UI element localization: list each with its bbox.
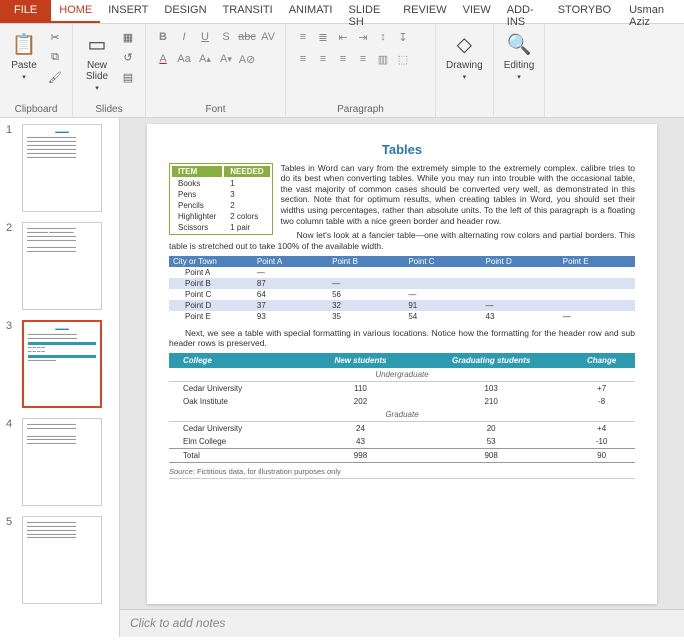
italic-button[interactable]: I bbox=[175, 28, 193, 46]
chevron-down-icon: ▾ bbox=[463, 73, 467, 81]
find-icon: 🔍 bbox=[505, 30, 533, 58]
indent-right-button[interactable]: ⇥ bbox=[354, 28, 372, 46]
tab-review[interactable]: REVIEW bbox=[395, 0, 454, 23]
paste-icon: 📋 bbox=[10, 30, 38, 58]
group-font: B I U S abc AV A Aa A▴ A▾ A⊘ Font bbox=[146, 24, 286, 117]
thumb-3[interactable]: 3▬▬▬▬▬▬▬▬▬▬▬▬▬▬▬▬▬▬▬▬▬▬▬▬▬▬▬▬▬▬▬▬ ▬ ▬ ▬▬… bbox=[6, 320, 113, 408]
title-bar: FILE HOME INSERT DESIGN TRANSITI ANIMATI… bbox=[0, 0, 684, 24]
bullets-button[interactable]: ≡ bbox=[294, 28, 312, 46]
file-tab[interactable]: FILE bbox=[0, 0, 51, 23]
editing-label: Editing bbox=[504, 60, 535, 71]
drawing-button[interactable]: ◇ Drawing ▾ bbox=[444, 28, 485, 83]
tab-addins[interactable]: ADD-INS bbox=[499, 0, 550, 23]
font-label: Font bbox=[154, 104, 277, 115]
group-drawing: ◇ Drawing ▾ bbox=[436, 24, 494, 117]
thumb-4[interactable]: 4▬▬▬▬▬▬▬▬▬▬▬▬▬▬▬▬▬▬▬▬▬▬▬▬▬▬▬▬▬▬▬▬▬▬▬▬▬▬▬… bbox=[6, 418, 113, 506]
thumb-2[interactable]: 2▬▬▬▬▬▬▬▬▬▬▬▬▬▬▬▬▬▬▬▬ ▬▬▬▬▬▬▬▬▬▬▬▬▬▬▬▬▬▬… bbox=[6, 222, 113, 310]
grow-font-button[interactable]: A▴ bbox=[196, 50, 214, 68]
tab-storyboard[interactable]: STORYBO bbox=[550, 0, 619, 23]
layout-button[interactable]: ▦ bbox=[119, 28, 137, 46]
fancy-table: City or TownPoint APoint BPoint CPoint D… bbox=[169, 256, 635, 322]
shapes-icon: ◇ bbox=[450, 30, 478, 58]
copy-button[interactable]: ⧉ bbox=[46, 48, 64, 66]
paste-button[interactable]: 📋 Paste ▾ bbox=[8, 28, 40, 83]
thumb-1[interactable]: 1▬▬▬▬▬▬▬▬▬▬▬▬▬▬▬▬▬▬▬▬▬▬▬▬▬▬▬▬▬▬▬▬▬▬▬▬▬▬▬… bbox=[6, 124, 113, 212]
paragraph-label: Paragraph bbox=[294, 104, 427, 115]
paragraph-3: Next, we see a table with special format… bbox=[169, 328, 635, 349]
justify-button[interactable]: ≡ bbox=[354, 50, 372, 68]
columns-button[interactable]: ▥ bbox=[374, 50, 392, 68]
group-editing: 🔍 Editing ▾ bbox=[494, 24, 546, 117]
paste-label: Paste bbox=[11, 60, 37, 71]
new-slide-icon: ▭ bbox=[83, 30, 111, 58]
numbering-button[interactable]: ≣ bbox=[314, 28, 332, 46]
reset-button[interactable]: ↺ bbox=[119, 48, 137, 66]
tab-view[interactable]: VIEW bbox=[455, 0, 499, 23]
spacing-button[interactable]: AV bbox=[259, 28, 277, 46]
chevron-down-icon: ▾ bbox=[22, 73, 26, 81]
shrink-font-button[interactable]: A▾ bbox=[217, 50, 235, 68]
slide-area: Tables ITEMNEEDED Books1 Pens3 Pencils2 … bbox=[120, 118, 684, 637]
cut-button[interactable]: ✂ bbox=[46, 28, 64, 46]
font-color-button[interactable]: A bbox=[154, 50, 172, 68]
align-center-button[interactable]: ≡ bbox=[314, 50, 332, 68]
section-button[interactable]: ▤ bbox=[119, 68, 137, 86]
group-clipboard: 📋 Paste ▾ ✂ ⧉ 🖌 Clipboard bbox=[0, 24, 73, 117]
tab-design[interactable]: DESIGN bbox=[156, 0, 214, 23]
tab-home[interactable]: HOME bbox=[51, 0, 100, 23]
slide-content[interactable]: Tables ITEMNEEDED Books1 Pens3 Pencils2 … bbox=[147, 124, 657, 604]
shadow-button[interactable]: S bbox=[217, 28, 235, 46]
bold-button[interactable]: B bbox=[154, 28, 172, 46]
slide-title: Tables bbox=[169, 142, 635, 157]
smartart-button[interactable]: ⬚ bbox=[394, 50, 412, 68]
slides-label: Slides bbox=[81, 104, 137, 115]
format-painter-button[interactable]: 🖌 bbox=[46, 68, 64, 86]
group-slides: ▭ New Slide ▾ ▦ ↺ ▤ Slides bbox=[73, 24, 146, 117]
college-table: CollegeNew studentsGraduating studentsCh… bbox=[169, 353, 635, 463]
align-right-button[interactable]: ≡ bbox=[334, 50, 352, 68]
item-table: ITEMNEEDED Books1 Pens3 Pencils2 Highlig… bbox=[169, 163, 273, 235]
line-spacing-button[interactable]: ↕ bbox=[374, 28, 392, 46]
tab-animations[interactable]: ANIMATI bbox=[281, 0, 341, 23]
tab-insert[interactable]: INSERT bbox=[100, 0, 156, 23]
indent-left-button[interactable]: ⇤ bbox=[334, 28, 352, 46]
new-slide-button[interactable]: ▭ New Slide ▾ bbox=[81, 28, 113, 94]
clear-format-button[interactable]: A⊘ bbox=[238, 50, 256, 68]
align-left-button[interactable]: ≡ bbox=[294, 50, 312, 68]
slide-canvas[interactable]: Tables ITEMNEEDED Books1 Pens3 Pencils2 … bbox=[120, 118, 684, 609]
tab-transitions[interactable]: TRANSITI bbox=[215, 0, 281, 23]
group-paragraph: ≡ ≣ ⇤ ⇥ ↕ ↧ ≡ ≡ ≡ ≡ ▥ ⬚ Paragraph bbox=[286, 24, 436, 117]
tab-slideshow[interactable]: SLIDE SH bbox=[340, 0, 395, 23]
chevron-down-icon: ▾ bbox=[517, 73, 521, 81]
ribbon: 📋 Paste ▾ ✂ ⧉ 🖌 Clipboard ▭ New Slide ▾ … bbox=[0, 24, 684, 118]
notes-pane[interactable]: Click to add notes bbox=[120, 609, 684, 637]
new-slide-label: New Slide bbox=[86, 60, 108, 82]
underline-button[interactable]: U bbox=[196, 28, 214, 46]
change-case-button[interactable]: Aa bbox=[175, 50, 193, 68]
text-direction-button[interactable]: ↧ bbox=[394, 28, 412, 46]
slide-thumbnails[interactable]: 1▬▬▬▬▬▬▬▬▬▬▬▬▬▬▬▬▬▬▬▬▬▬▬▬▬▬▬▬▬▬▬▬▬▬▬▬▬▬▬… bbox=[0, 118, 120, 637]
workspace: 1▬▬▬▬▬▬▬▬▬▬▬▬▬▬▬▬▬▬▬▬▬▬▬▬▬▬▬▬▬▬▬▬▬▬▬▬▬▬▬… bbox=[0, 118, 684, 637]
chevron-down-icon: ▾ bbox=[95, 84, 99, 92]
thumb-5[interactable]: 5▬▬▬▬▬▬▬▬▬▬▬▬▬▬▬▬▬▬▬▬▬▬▬▬▬▬▬▬▬▬▬▬▬▬▬▬▬▬▬… bbox=[6, 516, 113, 604]
user-name[interactable]: Usman Aziz bbox=[619, 0, 684, 23]
editing-button[interactable]: 🔍 Editing ▾ bbox=[502, 28, 537, 83]
strike-button[interactable]: abc bbox=[238, 28, 256, 46]
clipboard-label: Clipboard bbox=[8, 104, 64, 115]
drawing-label: Drawing bbox=[446, 60, 483, 71]
source-note: Source: Fictitious data, for illustratio… bbox=[169, 465, 635, 479]
